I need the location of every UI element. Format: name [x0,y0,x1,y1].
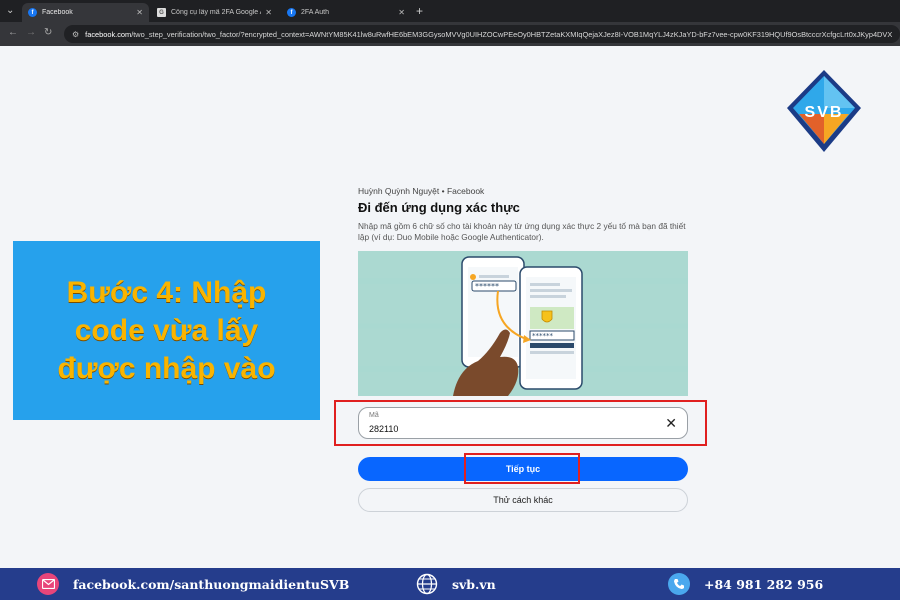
address-bar[interactable]: ⚙ facebook.com/two_step_verification/two… [64,25,900,43]
highlight-box-continue [464,453,580,484]
step-callout-text: Bước 4: Nhập code vừa lấy được nhập vào [57,274,275,388]
tab-label: 2FA Auth [301,9,330,16]
callout-line-2: code vừa lấy [74,313,259,347]
mail-icon [37,573,59,595]
screenshot-root: f Facebook ✕ G Công cụ lấy mã 2FA Google… [0,0,900,600]
step-callout: Bước 4: Nhập code vừa lấy được nhập vào [13,241,320,420]
svb-logo-text: SVB [804,104,844,121]
highlight-box-code [334,400,707,446]
page-description: Nhập mã gồm 6 chữ số cho tài khoản này t… [358,221,686,242]
footer-phone-text: +84 981 282 956 [704,576,824,592]
authenticator-illustration: ****** ****** [358,251,688,396]
tab-label: Facebook [42,9,73,16]
tab-close-icon[interactable]: ✕ [136,8,143,17]
url-text: facebook.com/two_step_verification/two_f… [85,30,892,39]
tab-close-icon[interactable]: ✕ [265,8,272,17]
phone-icon [668,573,690,595]
forward-icon[interactable]: → [26,27,36,39]
callout-line-3: được nhập vào [57,351,276,385]
tab-2fa-auth[interactable]: f 2FA Auth ✕ [281,3,411,22]
tab-2fa-tool[interactable]: G Công cụ lấy mã 2FA Google Au ✕ [151,3,278,22]
page-title: Đi đến ứng dụng xác thực [358,200,520,215]
web-page: SVB Bước 4: Nhập code vừa lấy được nhập … [0,46,900,568]
callout-line-1: Bước 4: Nhập [66,275,267,309]
tab-close-icon[interactable]: ✕ [398,8,405,17]
facebook-favicon-icon: f [287,8,296,17]
svg-text:******: ****** [475,282,499,291]
globe-icon [416,573,438,595]
footer-web: svb.vn [416,568,496,600]
tab-menu-icon[interactable]: ⌄ [6,5,14,17]
facebook-favicon-icon: f [28,8,37,17]
new-tab-icon[interactable]: + [416,5,423,17]
back-icon[interactable]: ← [8,27,18,39]
site-settings-icon[interactable]: ⚙ [72,30,79,39]
footer-email-text: facebook.com/santhuongmaidientuSVB [73,576,350,592]
tab-label: Công cụ lấy mã 2FA Google Au [171,9,262,16]
url-path: /two_step_verification/two_factor/?encry… [131,29,893,39]
browser-toolbar: ← → ↻ ⚙ facebook.com/two_step_verificati… [0,22,900,46]
svg-text:******: ****** [532,332,554,340]
contact-footer: facebook.com/santhuongmaidientuSVB svb.v… [0,568,900,600]
footer-email: facebook.com/santhuongmaidientuSVB [37,568,349,600]
footer-web-text: svb.vn [452,576,496,592]
url-host: facebook.com [85,29,132,39]
footer-phone: +84 981 282 956 [668,568,823,600]
try-another-way-button[interactable]: Thử cách khác [358,488,688,512]
document-favicon-icon: G [157,8,166,17]
browser-tab-bar: f Facebook ✕ G Công cụ lấy mã 2FA Google… [0,0,900,22]
account-name: Huỳnh Quỳnh Nguyệt • Facebook [358,186,485,196]
reload-icon[interactable]: ↻ [44,27,52,39]
tab-facebook[interactable]: f Facebook ✕ [22,3,149,22]
